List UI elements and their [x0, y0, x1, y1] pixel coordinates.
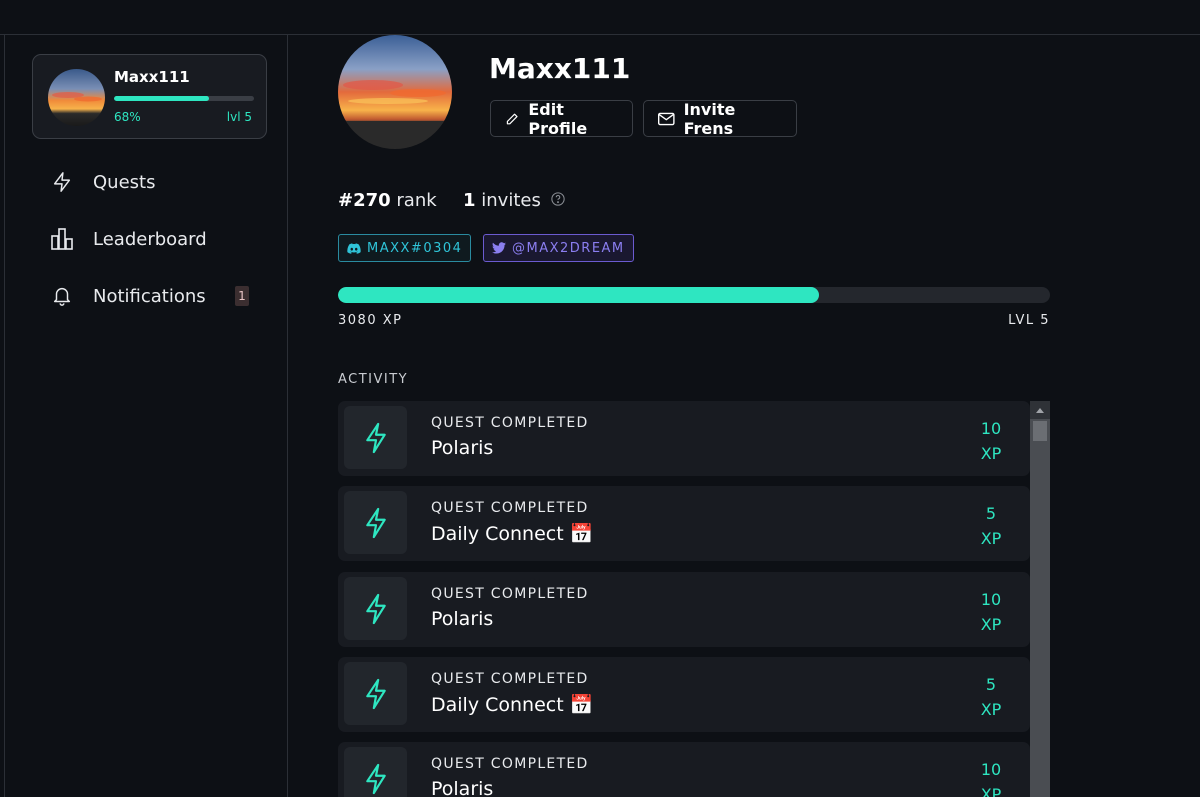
xp-total: 3080 XP [338, 313, 403, 328]
list-item[interactable]: QUEST COMPLETED Daily Connect 📅 5 XP [338, 486, 1030, 561]
activity-xp: 10 XP [966, 587, 1016, 637]
activity-scrollbar[interactable] [1030, 401, 1050, 797]
twitter-handle: @MAX2DREAM [512, 240, 625, 256]
xp-unit: XP [980, 700, 1002, 719]
xp-unit: XP [980, 444, 1002, 463]
mail-icon [658, 112, 675, 125]
invites-word: invites [481, 190, 541, 211]
level-progress-percent: 68% [114, 110, 141, 124]
help-circle-icon[interactable] [551, 190, 565, 211]
list-item[interactable]: QUEST COMPLETED Polaris 10 XP [338, 742, 1030, 797]
chart-bars-icon [50, 227, 74, 251]
bell-icon [50, 284, 74, 308]
invite-frens-label: Invite Frens [683, 99, 736, 138]
activity-type: QUEST COMPLETED [431, 671, 589, 687]
lightning-icon [344, 577, 407, 640]
profile-card-name: Maxx111 [114, 68, 190, 86]
sidebar-item-label: Notifications [93, 285, 206, 307]
pencil-icon [506, 113, 518, 124]
activity-xp: 10 XP [966, 757, 1016, 797]
sidebar-item-label: Leaderboard [93, 228, 207, 250]
list-item[interactable]: QUEST COMPLETED Polaris 10 XP [338, 572, 1030, 647]
rank-word: rank [396, 190, 437, 211]
sidebar-item-leaderboard[interactable]: Leaderboard [50, 225, 207, 253]
xp-progress-fill [338, 287, 819, 303]
scroll-up-arrow-icon[interactable] [1030, 401, 1050, 419]
xp-unit: XP [980, 615, 1002, 634]
activity-title: Polaris [431, 437, 494, 459]
lightning-icon [344, 406, 407, 469]
invite-frens-button[interactable]: Invite Frens [643, 99, 797, 138]
list-item[interactable]: QUEST COMPLETED Daily Connect 📅 5 XP [338, 657, 1030, 732]
twitter-icon [492, 242, 506, 254]
level-label: lvl 5 [226, 110, 252, 124]
xp-unit: XP [980, 785, 1002, 797]
activity-title: Polaris [431, 608, 494, 630]
sidebar-divider-left [4, 35, 5, 797]
profile-avatar [338, 35, 452, 149]
invites-number: 1 [463, 190, 476, 211]
activity-title: Daily Connect 📅 [431, 523, 594, 545]
main-content: Maxx111 Edit Profile Invite Frens #270 r… [288, 35, 1200, 797]
twitter-tag[interactable]: @MAX2DREAM [483, 234, 634, 262]
sidebar: Maxx111 68% lvl 5 Quests Leaderboard Not… [0, 35, 288, 797]
activity-xp: 10 XP [966, 416, 1016, 466]
activity-xp: 5 XP [966, 672, 1016, 722]
activity-xp: 5 XP [966, 501, 1016, 551]
activity-title: Daily Connect 📅 [431, 694, 594, 716]
xp-unit: XP [980, 529, 1002, 548]
activity-heading: ACTIVITY [338, 372, 409, 387]
sidebar-item-notifications[interactable]: Notifications 1 [50, 282, 249, 310]
xp-value: 10 [980, 590, 1002, 609]
notification-badge: 1 [235, 286, 249, 306]
lightning-icon [50, 170, 74, 194]
xp-progress-bar [338, 287, 1050, 303]
activity-type: QUEST COMPLETED [431, 415, 589, 431]
top-bar [0, 0, 1200, 35]
rank-stat: #270 rank [338, 190, 437, 211]
discord-handle: MAXX#0304 [367, 240, 463, 256]
xp-value: 10 [980, 419, 1002, 438]
activity-type: QUEST COMPLETED [431, 756, 589, 772]
scroll-thumb[interactable] [1033, 421, 1047, 441]
discord-icon [347, 242, 361, 254]
level-indicator: LVL 5 [1008, 313, 1050, 328]
sidebar-item-label: Quests [93, 171, 156, 193]
invites-stat: 1 invites [463, 190, 565, 211]
xp-value: 5 [985, 504, 997, 523]
level-progress-bar [114, 96, 254, 101]
edit-profile-button[interactable]: Edit Profile [490, 99, 633, 138]
list-item[interactable]: QUEST COMPLETED Polaris 10 XP [338, 401, 1030, 476]
page-title: Maxx111 [489, 52, 631, 85]
edit-profile-label: Edit Profile [528, 99, 588, 138]
lightning-icon [344, 747, 407, 797]
profile-card[interactable]: Maxx111 68% lvl 5 [32, 54, 267, 139]
lightning-icon [344, 662, 407, 725]
avatar[interactable] [48, 69, 105, 126]
activity-title: Polaris [431, 778, 494, 797]
xp-value: 5 [985, 675, 997, 694]
sidebar-item-quests[interactable]: Quests [50, 168, 155, 196]
xp-value: 10 [980, 760, 1002, 779]
lightning-icon [344, 491, 407, 554]
activity-type: QUEST COMPLETED [431, 586, 589, 602]
activity-type: QUEST COMPLETED [431, 500, 589, 516]
level-progress-fill [114, 96, 210, 101]
rank-number: #270 [338, 190, 391, 211]
discord-tag[interactable]: MAXX#0304 [338, 234, 472, 262]
